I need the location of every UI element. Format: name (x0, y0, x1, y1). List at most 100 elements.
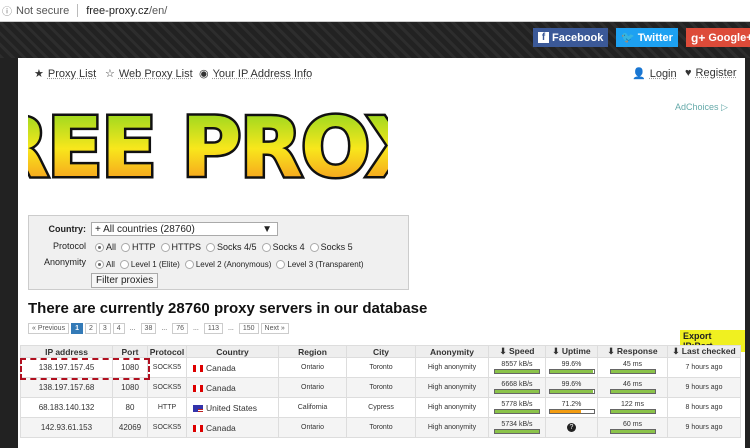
page-link[interactable]: 3 (98, 323, 111, 334)
progress-bar (609, 369, 656, 374)
page-link[interactable]: « Previous (28, 323, 70, 334)
sort-arrow-icon: ⬇ (672, 346, 682, 356)
column-header: IP address (20, 345, 113, 358)
table-row: 142.93.61.153 42069 SOCKS5 Canada Ontario T… (20, 417, 741, 438)
radio-icon (261, 242, 271, 252)
protocol-cell: HTTP (147, 397, 187, 418)
column-header[interactable]: ⬇ Response (597, 345, 668, 358)
nav-login[interactable]: 👤 Login (632, 67, 677, 81)
nav-proxy-list[interactable]: ★ Proxy List (34, 67, 96, 81)
radio-icon (119, 260, 129, 269)
question-icon: ? (567, 423, 576, 432)
column-header[interactable]: ⬇ Uptime (545, 345, 598, 358)
radio-icon (309, 242, 319, 252)
ad-choices[interactable]: AdChoices ▷ (675, 102, 728, 113)
speed-cell: 8557 kB/s (488, 357, 546, 378)
page-link[interactable]: 2 (84, 323, 97, 334)
facebook-button[interactable]: f Facebook (533, 28, 609, 47)
googleplus-button[interactable]: g+ Google+ (686, 28, 750, 47)
speed-cell: 5778 kB/s (488, 397, 546, 418)
port-cell: 1080 (112, 357, 148, 378)
progress-bar (494, 369, 540, 374)
column-header[interactable]: ⬇ Speed (488, 345, 546, 358)
nav-ip-info[interactable]: ◉ Your IP Address Info (199, 67, 312, 81)
response-cell: 122 ms (597, 397, 668, 418)
city-cell: Toronto (346, 417, 416, 438)
region-cell: Ontario (278, 377, 347, 398)
flag-icon (193, 424, 203, 432)
eye-icon: ◉ (199, 68, 209, 80)
page-link[interactable]: Next » (260, 323, 289, 334)
anonymity-cell: High anonymity (415, 357, 489, 378)
protocol-radio-3[interactable]: Socks 4/5 (206, 242, 257, 252)
flag-icon (193, 384, 203, 392)
city-cell: Toronto (346, 357, 416, 378)
port-cell: 1080 (112, 377, 148, 398)
port-cell: 80 (112, 397, 148, 418)
info-icon[interactable]: ⓘ (2, 3, 12, 18)
heart-icon: ♥ (685, 67, 692, 79)
anonymity-radio-2[interactable]: Level 2 (Anonymous) (184, 260, 271, 269)
table-row: 68.183.140.132 80 HTTP United States Calif… (20, 397, 741, 418)
protocol-radio-1[interactable]: HTTP (121, 242, 156, 252)
pagination-ellipsis: ... (129, 325, 136, 332)
googleplus-icon: g+ (691, 30, 706, 45)
country-select[interactable]: + All countries (28760) ▼ (91, 222, 278, 236)
pagination-ellipsis: ... (161, 325, 168, 332)
nav-web-proxy-list[interactable]: ☆ Web Proxy List (105, 67, 193, 81)
radio-icon (95, 242, 104, 252)
page-link[interactable]: 4 (112, 323, 125, 334)
star-outline-icon: ☆ (105, 68, 115, 80)
address-bar[interactable]: ⓘ Not secure free-proxy.cz/en/ (0, 0, 750, 22)
country-cell[interactable]: Canada (186, 357, 279, 378)
port-cell: 42069 (112, 417, 148, 438)
protocol-radio-0[interactable]: All (95, 242, 116, 252)
anonymity-radio-3[interactable]: Level 3 (Transparent) (276, 260, 364, 269)
anonymity-radio-1[interactable]: Level 1 (Elite) (119, 260, 180, 269)
protocol-label: Protocol (52, 241, 86, 251)
response-cell: 60 ms (597, 417, 668, 438)
speed-cell: 5734 kB/s (488, 417, 546, 438)
country-cell[interactable]: Canada (186, 377, 279, 398)
country-cell[interactable]: Canada (186, 417, 279, 438)
progress-bar (548, 389, 595, 394)
radio-icon (206, 242, 216, 252)
user-icon: 👤 (632, 68, 646, 80)
page-heading: There are currently 28760 proxy servers … (28, 300, 428, 317)
logo: FREE PROXY (28, 99, 388, 195)
protocol-radio-4[interactable]: Socks 4 (261, 242, 305, 252)
column-header[interactable]: ⬇ Last checked (667, 345, 741, 358)
pagination-ellipsis: ... (228, 325, 234, 332)
anonymity-radio-0[interactable]: All (95, 260, 115, 269)
page-link[interactable]: 150 (238, 323, 259, 334)
anonymity-cell: High anonymity (415, 397, 489, 418)
filter-proxies-button[interactable]: Filter proxies (91, 273, 159, 288)
page-link[interactable]: 1 (71, 323, 83, 334)
radio-icon (184, 260, 194, 269)
protocol-cell: SOCKS5 (147, 377, 187, 398)
protocol-radio-5[interactable]: Socks 5 (309, 242, 353, 252)
main-panel: ★ Proxy List ☆ Web Proxy List ◉ Your IP Add… (18, 58, 745, 448)
anonymity-cell: High anonymity (415, 417, 489, 438)
ip-cell: 142.93.61.153 (20, 417, 113, 438)
region-cell: California (278, 397, 347, 418)
ip-cell: 68.183.140.132 (20, 397, 113, 418)
pagination-ellipsis: ... (192, 325, 199, 332)
country-cell[interactable]: United States (186, 397, 279, 418)
site-header: f Facebook 🐦 Twitter g+ Google+ (0, 22, 750, 58)
nav-register[interactable]: ♥ Register (685, 67, 737, 79)
protocol-radio-2[interactable]: HTTPS (160, 242, 201, 252)
page-link[interactable]: 38 (140, 323, 157, 334)
uptime-cell: 99.6% (545, 377, 598, 398)
flag-icon (193, 364, 203, 372)
ip-cell: 138.197.157.68 (20, 377, 113, 398)
uptime-cell: 71.2% (545, 397, 598, 418)
flag-icon (193, 404, 203, 412)
twitter-button[interactable]: 🐦 Twitter (616, 28, 678, 47)
page-link[interactable]: 113 (203, 323, 223, 334)
progress-bar (609, 409, 656, 414)
sort-arrow-icon: ⬇ (499, 346, 509, 356)
anonymity-cell: High anonymity (415, 377, 489, 398)
progress-bar (548, 409, 595, 414)
page-link[interactable]: 76 (172, 323, 188, 334)
